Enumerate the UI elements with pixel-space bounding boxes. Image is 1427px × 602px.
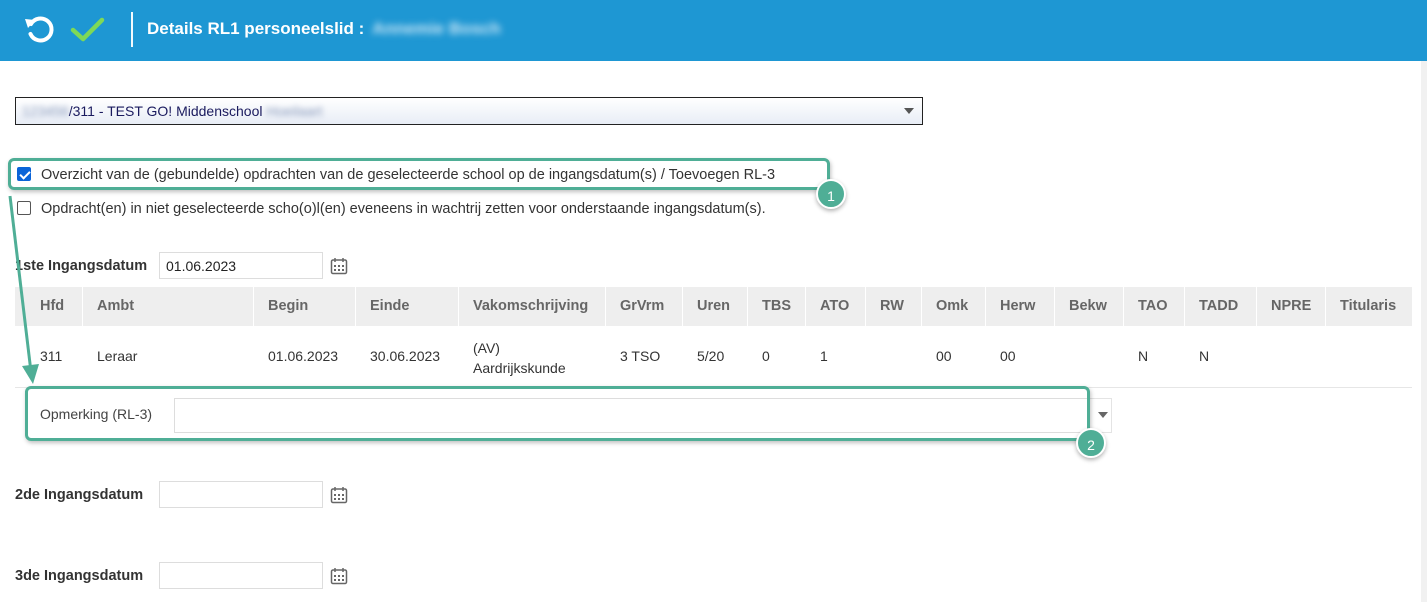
vertical-scrollbar[interactable] [1421, 61, 1427, 602]
cell-vakomschrijving: (AV) Aardrijkskunde [473, 338, 566, 378]
col-ambt[interactable]: Ambt [97, 298, 134, 314]
cell-ambt: Leraar [97, 348, 138, 364]
cell-tadd: N [1199, 348, 1210, 364]
cell-hfd: 311 [40, 348, 63, 364]
school-location-redacted: Hoeilaart [266, 103, 323, 119]
col-bekw[interactable]: Bekw [1069, 298, 1107, 314]
callout-badge-1: 1 [816, 179, 846, 209]
cell-ato: 1 [820, 348, 828, 364]
second-date-label: 2de Ingangsdatum [15, 487, 144, 503]
cell-uren: 5/20 [697, 348, 725, 364]
col-tbs[interactable]: TBS [762, 298, 791, 314]
col-einde[interactable]: Einde [370, 298, 409, 314]
chevron-down-icon[interactable] [904, 108, 914, 114]
col-herw[interactable]: Herw [1000, 298, 1035, 314]
calendar-icon[interactable] [330, 486, 348, 504]
staff-name-redacted: Annemie Bosch [372, 19, 501, 38]
second-date-input[interactable] [159, 481, 323, 508]
first-date-input[interactable]: 01.06.2023 [159, 252, 323, 279]
cell-grvrm: 3 TSO [620, 348, 661, 364]
cell-omk: 00 [936, 348, 952, 364]
calendar-icon[interactable] [330, 257, 348, 275]
undo-icon[interactable] [22, 12, 56, 46]
top-bar: Details RL1 personeelslid : Annemie Bosch [0, 0, 1427, 61]
col-vakomschrijving[interactable]: Vakomschrijving [473, 298, 588, 314]
queue-label: Opdracht(en) in niet geselecteerde scho(… [41, 201, 766, 217]
chevron-down-icon[interactable] [1098, 412, 1108, 418]
col-rw[interactable]: RW [880, 298, 904, 314]
save-check-icon[interactable] [70, 12, 105, 46]
table-row[interactable]: 311 Leraar 01.06.2023 30.06.2023 (AV) Aa… [15, 326, 1412, 388]
cell-begin: 01.06.2023 [268, 348, 339, 364]
cell-tbs: 0 [762, 348, 770, 364]
third-date-label: 3de Ingangsdatum [15, 568, 144, 584]
cell-einde: 30.06.2023 [370, 348, 441, 364]
cell-herw: 00 [1000, 348, 1016, 364]
col-grvrm[interactable]: GrVrm [620, 298, 664, 314]
page-title: Details RL1 personeelslid : Annemie Bosch [147, 19, 501, 38]
col-ato[interactable]: ATO [820, 298, 849, 314]
queue-option[interactable]: Opdracht(en) in niet geselecteerde scho(… [17, 201, 766, 217]
third-date-input[interactable] [159, 562, 323, 589]
callout-box-1 [8, 158, 830, 190]
col-tadd[interactable]: TADD [1199, 298, 1238, 314]
calendar-icon[interactable] [330, 567, 348, 585]
col-uren[interactable]: Uren [697, 298, 730, 314]
grid-header: Hfd Ambt Begin Einde Vakomschrijving GrV… [15, 287, 1412, 326]
col-omk[interactable]: Omk [936, 298, 968, 314]
callout-badge-2: 2 [1076, 428, 1106, 458]
col-titularis[interactable]: Titularis [1340, 298, 1396, 314]
toolbar-divider [131, 12, 133, 47]
callout-box-2 [25, 386, 1090, 441]
school-code-redacted: 123456 [22, 103, 69, 119]
first-date-label: 1ste Ingangsdatum [15, 258, 148, 274]
cell-vak-line2: Aardrijkskunde [473, 360, 566, 376]
assignments-grid: Hfd Ambt Begin Einde Vakomschrijving GrV… [15, 287, 1412, 388]
school-select[interactable]: 123456/311 - TEST GO! Middenschool Hoeila… [15, 97, 923, 125]
cell-vak-line1: (AV) [473, 340, 500, 356]
col-npre[interactable]: NPRE [1271, 298, 1311, 314]
col-begin[interactable]: Begin [268, 298, 308, 314]
queue-checkbox[interactable] [17, 201, 31, 215]
school-select-value: /311 - TEST GO! Middenschool [68, 103, 263, 119]
cell-tao: N [1138, 348, 1149, 364]
col-tao[interactable]: TAO [1138, 298, 1168, 314]
col-hfd[interactable]: Hfd [40, 298, 64, 314]
